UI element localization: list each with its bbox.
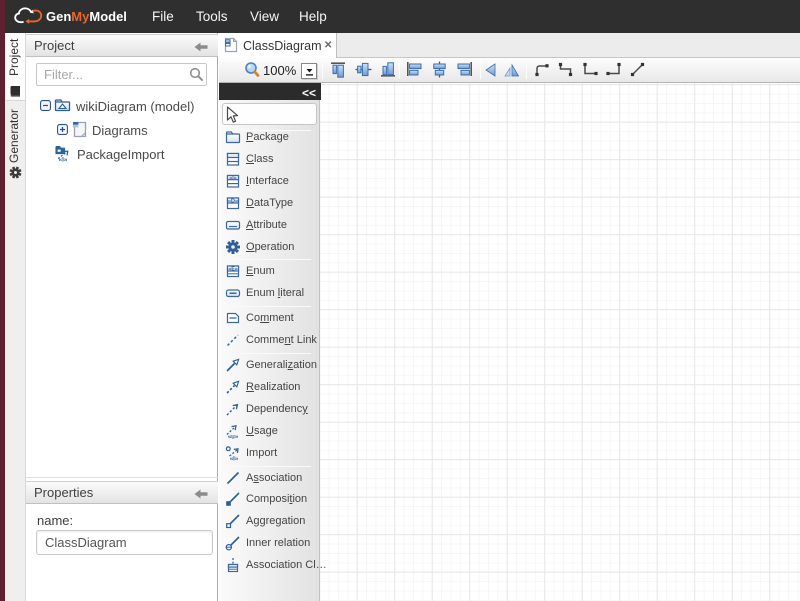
svg-text:«E»: «E» bbox=[228, 266, 238, 272]
svg-text:«I»: «I» bbox=[230, 457, 239, 461]
svg-text:«I»: «I» bbox=[229, 175, 237, 181]
svg-text:«I»: «I» bbox=[59, 156, 68, 162]
svg-text:«u»: «u» bbox=[228, 434, 239, 439]
svg-text:«D»: «D» bbox=[228, 198, 238, 204]
